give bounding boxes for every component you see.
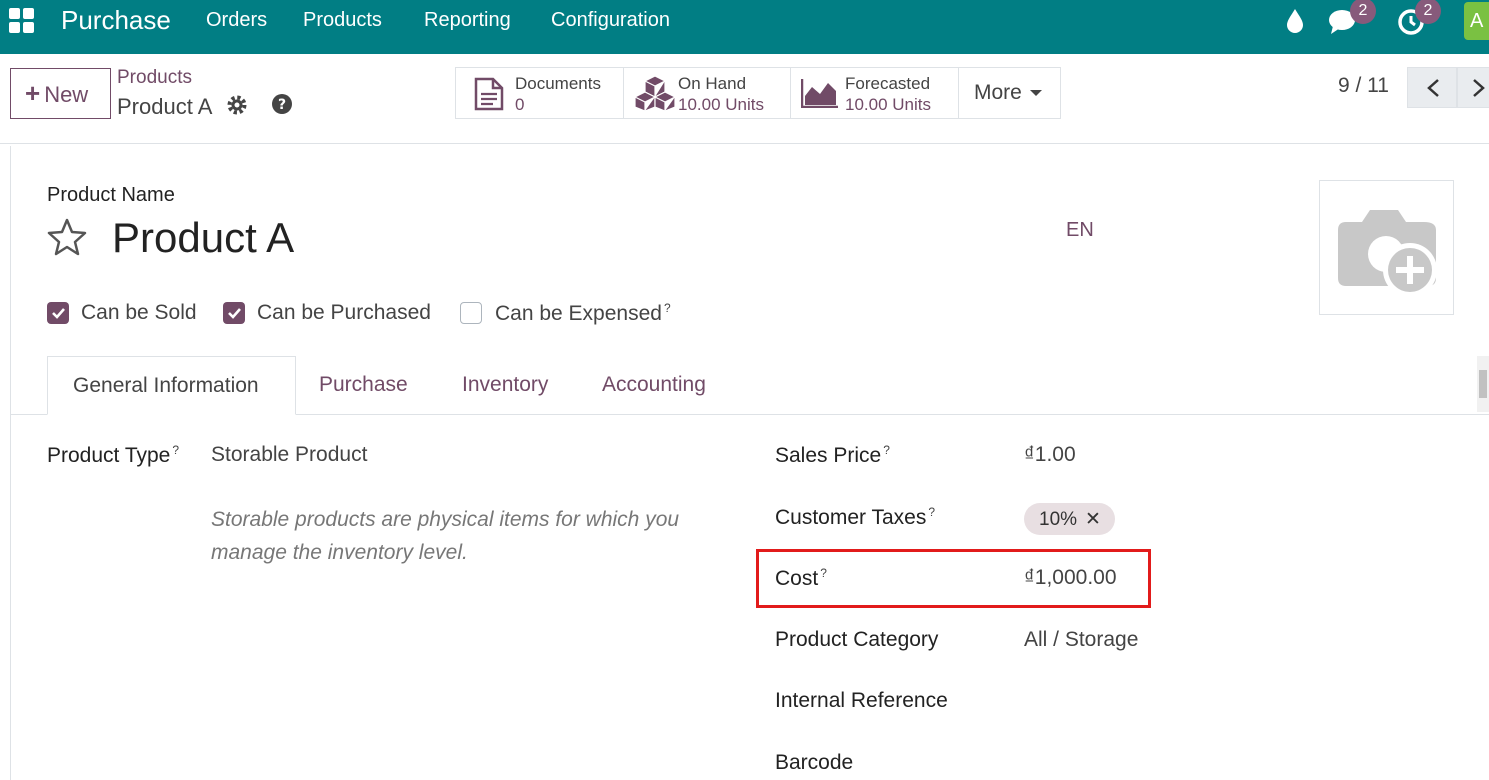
cost-highlight-box [756, 549, 1151, 608]
camera-add-icon [1338, 210, 1437, 297]
plus-icon: + [25, 78, 41, 108]
tooltip-mark[interactable]: ? [664, 301, 671, 315]
can-be-sold-label[interactable]: Can be Sold [81, 301, 197, 325]
product-category-label: Product Category [775, 628, 939, 651]
sales-price-label: Sales Price? [775, 443, 890, 467]
tab-general-information[interactable]: General Information [47, 356, 296, 415]
messages-badge: 2 [1350, 0, 1376, 24]
pager-value[interactable]: 9 / 11 [1338, 74, 1389, 98]
on-hand-label: On Hand [678, 74, 747, 93]
pager-next-button[interactable] [1457, 67, 1489, 108]
control-panel: + New Products Product A ? Documents 0 On… [0, 54, 1489, 144]
on-hand-smart-button[interactable]: On Hand 10.00 Units [623, 67, 791, 119]
chevron-right-icon [1473, 79, 1485, 97]
product-category-field[interactable]: All / Storage [1024, 628, 1138, 652]
can-be-purchased-label[interactable]: Can be Purchased [257, 301, 431, 325]
apps-grid-icon[interactable] [9, 8, 35, 34]
more-button[interactable]: More [958, 67, 1061, 119]
caret-down-icon [1029, 90, 1042, 97]
can-be-purchased-checkbox[interactable] [223, 302, 245, 324]
help-icon[interactable]: ? [271, 93, 293, 120]
product-type-label: Product Type? [47, 443, 180, 467]
menu-products[interactable]: Products [303, 9, 382, 32]
product-type-help: Storable products are physical items for… [211, 508, 680, 564]
check-icon [52, 308, 65, 319]
activities-badge: 2 [1415, 0, 1441, 24]
tax-tag: 10% ✕ [1024, 503, 1115, 535]
tooltip-mark[interactable]: ? [172, 443, 179, 457]
product-name-label: Product Name [47, 184, 175, 206]
menu-configuration[interactable]: Configuration [551, 9, 670, 32]
cubes-icon [634, 75, 676, 111]
pager-previous-button[interactable] [1407, 67, 1457, 108]
sales-price-field[interactable]: ₫1.00 [1024, 443, 1076, 467]
forecasted-smart-button[interactable]: Forecasted 10.00 Units [790, 67, 959, 119]
documents-smart-button[interactable]: Documents 0 [455, 67, 624, 119]
new-button[interactable]: + New [10, 68, 111, 119]
can-be-expensed-label[interactable]: Can be Expensed? [495, 301, 671, 326]
breadcrumb-current: Product A [117, 94, 213, 119]
documents-label: Documents [515, 74, 601, 93]
forecasted-value: 10.00 Units [845, 95, 931, 114]
gear-icon[interactable] [226, 94, 248, 121]
tab-accounting[interactable]: Accounting [602, 373, 706, 397]
menu-reporting[interactable]: Reporting [424, 9, 511, 32]
sheet-border [10, 146, 11, 780]
tab-purchase[interactable]: Purchase [319, 373, 408, 397]
on-hand-value: 10.00 Units [678, 95, 764, 114]
can-be-sold-checkbox[interactable] [47, 302, 69, 324]
top-navbar: Purchase Orders Products Reporting Confi… [0, 0, 1489, 54]
internal-reference-label: Internal Reference [775, 689, 948, 712]
forecasted-label: Forecasted [845, 74, 931, 93]
check-icon [228, 308, 241, 319]
chevron-left-icon [1427, 79, 1439, 97]
can-be-expensed-checkbox[interactable] [460, 302, 482, 324]
app-name[interactable]: Purchase [61, 5, 171, 36]
star-icon[interactable] [47, 218, 87, 261]
tooltip-mark[interactable]: ? [883, 443, 890, 457]
documents-count: 0 [515, 95, 525, 114]
droplet-icon[interactable] [1284, 8, 1306, 39]
customer-taxes-label: Customer Taxes? [775, 505, 936, 529]
product-name-field[interactable]: Product A [112, 214, 294, 262]
user-avatar[interactable]: A [1464, 2, 1489, 40]
close-icon[interactable]: ✕ [1085, 509, 1101, 530]
area-chart-icon [801, 79, 838, 108]
scrollbar-thumb[interactable] [1479, 370, 1487, 398]
language-button[interactable]: EN [1066, 219, 1094, 242]
product-image-upload[interactable] [1319, 180, 1454, 315]
menu-orders[interactable]: Orders [206, 9, 267, 32]
product-type-field[interactable]: Storable Product [211, 443, 367, 467]
tooltip-mark[interactable]: ? [928, 505, 935, 519]
svg-text:?: ? [278, 97, 286, 113]
tab-inventory[interactable]: Inventory [462, 373, 548, 397]
breadcrumb-products[interactable]: Products [117, 67, 192, 89]
barcode-label: Barcode [775, 751, 854, 774]
document-icon [474, 77, 504, 111]
